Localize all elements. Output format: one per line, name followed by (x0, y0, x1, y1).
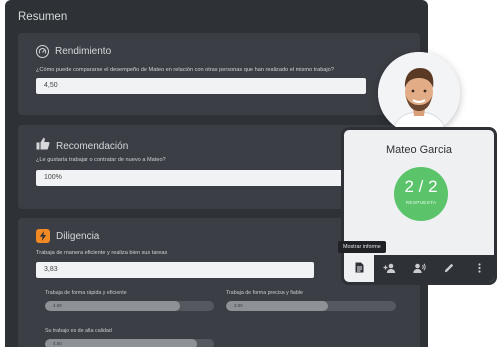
stage: Resumen Rendimiento ¿Cómo puede comparar… (0, 0, 500, 347)
voice-button[interactable] (404, 255, 434, 282)
subitem-bar: 3.00 (226, 301, 396, 311)
subitem-value: 4.50 (53, 341, 62, 346)
section-question: ¿Cómo puede compararse el desempeño de M… (36, 67, 334, 73)
gauge-icon (36, 45, 49, 58)
pencil-icon (444, 260, 454, 278)
summary-title: Resumen (18, 11, 68, 23)
subitem-value: 3.00 (234, 303, 243, 308)
answer-field: 3,83 (36, 262, 314, 278)
section-title: Rendimiento (55, 46, 112, 57)
tooltip: Mostrar informe (338, 241, 386, 253)
more-vertical-icon (477, 260, 481, 278)
bolt-icon (36, 229, 50, 243)
show-report-button[interactable] (344, 255, 374, 282)
subitem-label: Su trabajo es de alta calidad (45, 328, 112, 334)
response-label: RESPUESTA (405, 201, 437, 206)
section-header: Recomendación (36, 137, 128, 155)
avatar (378, 52, 460, 134)
subitem-label: Trabaja de forma precisa y fiable (226, 290, 303, 296)
subitem-bar: 4.50 (45, 339, 214, 347)
answer-field: 100% (36, 170, 366, 186)
section-rendimiento: Rendimiento ¿Cómo puede compararse el de… (18, 33, 420, 115)
subitem-bar-fill (45, 301, 181, 311)
subitem-label: Trabaja de forma rápida y eficiente (45, 290, 127, 296)
add-person-icon (383, 260, 396, 278)
profile-toolbar (344, 255, 494, 282)
subitem-bar: 4.00 (45, 301, 214, 311)
voice-icon (412, 260, 426, 278)
response-count-badge: 2 / 2 RESPUESTA (394, 167, 448, 221)
edit-button[interactable] (434, 255, 464, 282)
section-title: Recomendación (56, 140, 129, 152)
subitem-value: 4.00 (53, 303, 62, 308)
section-title: Diligencia (56, 230, 100, 242)
answer-field: 4,50 (36, 78, 366, 94)
section-header: Rendimiento (36, 45, 111, 58)
document-icon (355, 260, 364, 278)
section-question: ¿Le gustaría trabajar o contratar de nue… (36, 157, 166, 163)
profile-name: Mateo Garcia (385, 144, 453, 156)
more-options-button[interactable] (464, 255, 494, 282)
subitem-bar-fill (45, 339, 198, 347)
section-header: Diligencia (36, 229, 99, 243)
response-count: 2 / 2 (404, 177, 438, 196)
add-person-button[interactable] (374, 255, 404, 282)
section-question: Trabaja de manera eficiente y realiza bi… (36, 250, 168, 256)
thumbs-up-icon (36, 137, 50, 155)
profile-card: Mateo Garcia 2 / 2 RESPUESTA (341, 127, 497, 285)
